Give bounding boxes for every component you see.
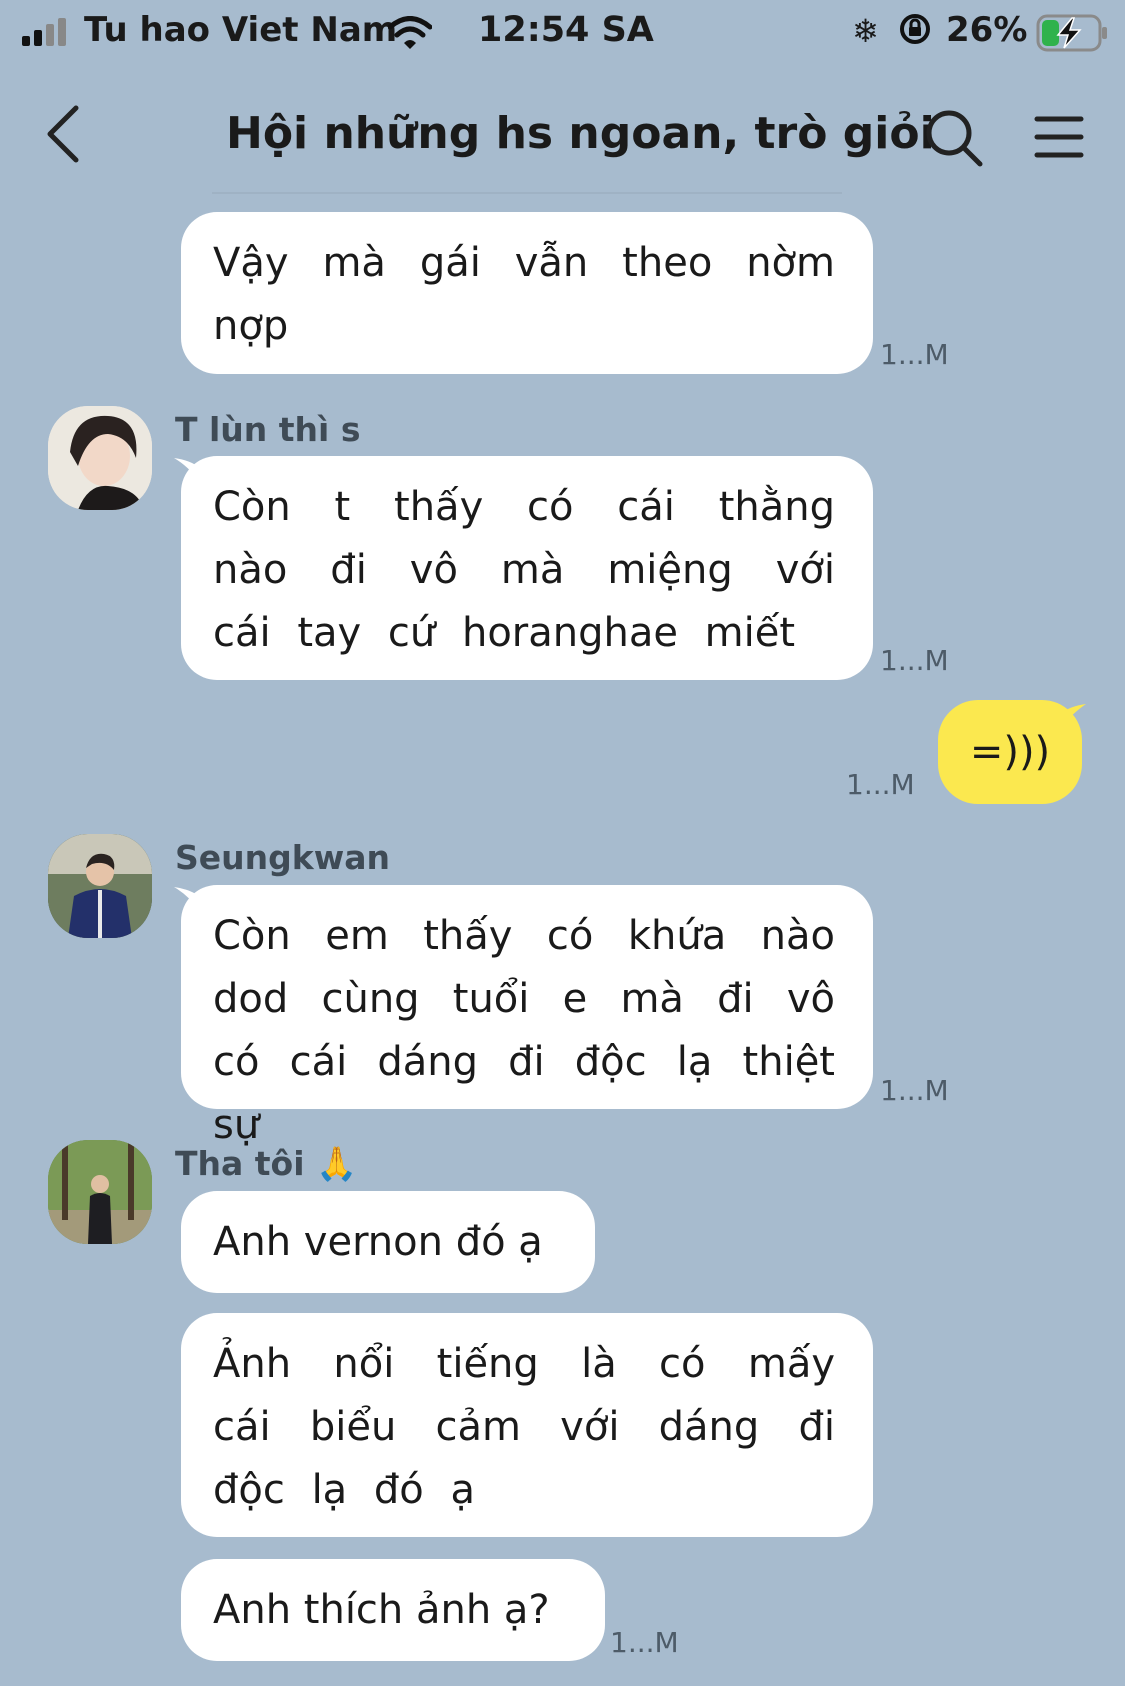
avatar[interactable] <box>48 406 152 510</box>
message-text: Còn t thấy có cái thằng nào đi vô mà miệ… <box>213 484 835 656</box>
message-text: Ảnh nổi tiếng là có mấy cái biểu cảm với… <box>213 1341 835 1513</box>
wifi-icon <box>388 16 432 49</box>
message-bubble[interactable]: Anh vernon đó ạ <box>181 1191 595 1293</box>
message-text: Vậy mà gái vẫn theo nờm nợp <box>213 240 835 349</box>
battery-percent: 26% <box>946 10 1028 50</box>
message-time: 1...M <box>846 768 915 801</box>
snowflake-icon: ❄ <box>852 12 879 50</box>
search-icon[interactable] <box>924 108 984 168</box>
status-bar: Tu hao Viet Nam 12:54 SA ❄ 26% <box>0 0 1125 64</box>
rotation-lock-icon <box>900 14 930 44</box>
cellular-signal-icon <box>22 18 66 46</box>
chat-header: Hội những hs ngoan, trò giỏi <box>0 64 1125 194</box>
status-time: 12:54 SA <box>478 10 654 50</box>
message-bubble[interactable]: Còn em thấy có khứa nào dod cùng tuổi e … <box>181 885 873 1148</box>
avatar[interactable] <box>48 1140 152 1244</box>
sender-name: T lùn thì s <box>175 410 361 449</box>
menu-icon[interactable] <box>1034 114 1084 160</box>
message-bubble[interactable]: Ảnh nổi tiếng là có mấy cái biểu cảm với… <box>181 1313 873 1537</box>
message-time: 1...M <box>880 338 949 371</box>
message-time: 1...M <box>880 644 949 677</box>
battery-charging-icon <box>1036 14 1107 52</box>
message-text: Anh thích ảnh ạ? <box>213 1587 550 1633</box>
message-bubble[interactable]: Vậy mà gái vẫn theo nờm nợp <box>181 212 873 374</box>
message-bubble[interactable]: Anh thích ảnh ạ? <box>181 1559 605 1661</box>
message-time: 1...M <box>880 1074 949 1107</box>
avatar[interactable] <box>48 834 152 938</box>
message-text: Anh vernon đó ạ <box>213 1219 543 1265</box>
sender-name: Tha tôi 🙏 <box>175 1144 358 1183</box>
sender-name: Seungkwan <box>175 838 390 877</box>
header-divider <box>212 192 842 194</box>
message-text: Còn em thấy có khứa nào dod cùng tuổi e … <box>213 913 835 1148</box>
message-text: =))) <box>969 729 1051 775</box>
chat-title: Hội những hs ngoan, trò giỏi <box>226 108 935 159</box>
message-bubble[interactable]: Còn t thấy có cái thằng nào đi vô mà miệ… <box>181 456 873 680</box>
bubble-tail <box>1060 704 1086 728</box>
back-arrow-icon[interactable] <box>44 104 84 164</box>
carrier-name: Tu hao Viet Nam <box>84 10 398 50</box>
message-time: 1...M <box>610 1626 679 1659</box>
